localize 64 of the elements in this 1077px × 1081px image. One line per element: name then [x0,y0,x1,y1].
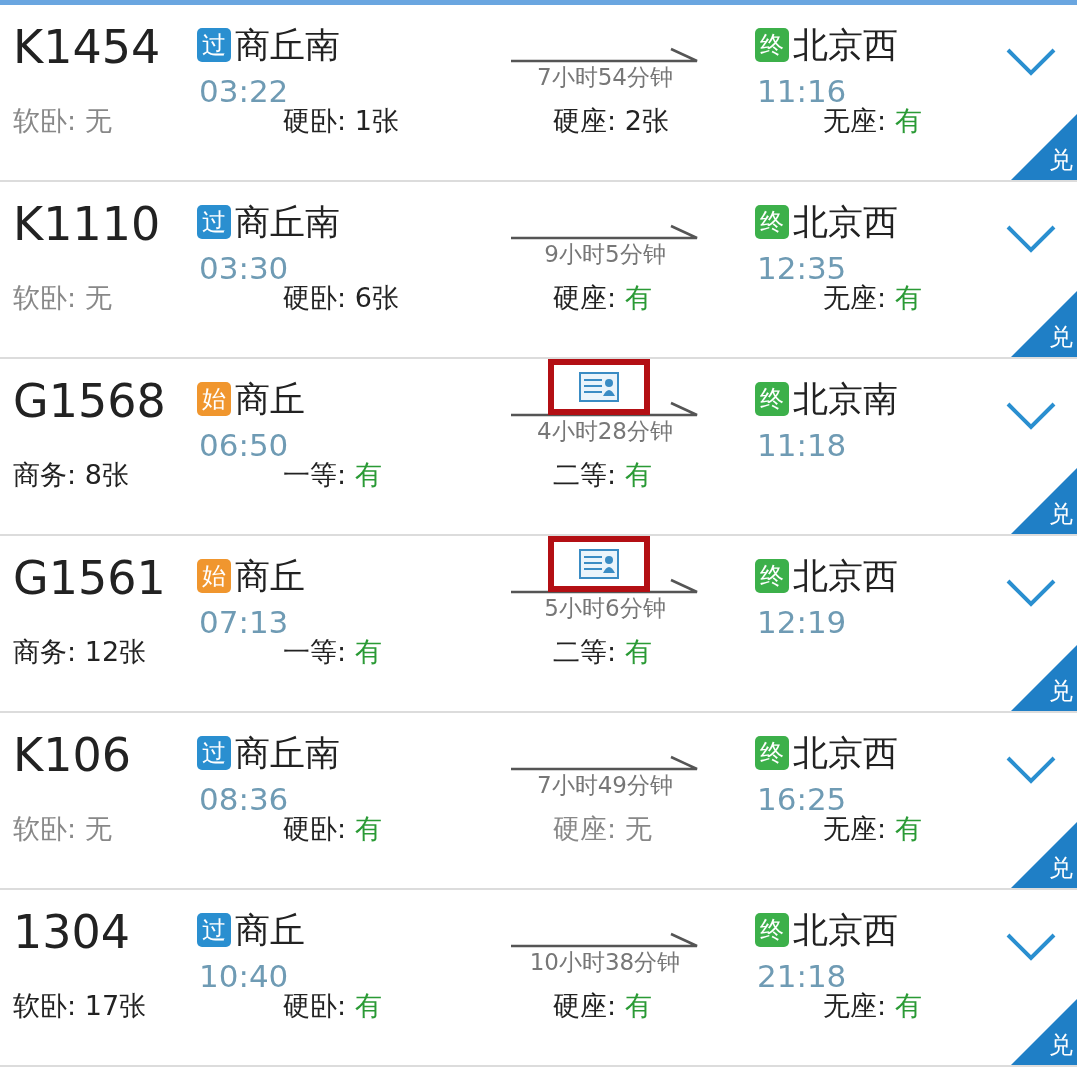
station-badge: 终 [755,28,789,62]
arrival-time: 11:18 [756,426,848,465]
station-badge: 始 [197,382,231,416]
station-badge: 终 [755,736,789,770]
station-badge: 过 [197,913,231,947]
train-number: G1568 [13,373,167,430]
seat-availability: 硬座: 有 [553,989,653,1023]
id-card-icon [579,549,619,579]
station-badge: 过 [197,205,231,239]
arrival-time: 12:19 [756,603,848,642]
train-number: G1561 [13,550,167,607]
seat-availability: 商务: 8张 [13,458,130,492]
duration: 7小时49分钟 [537,771,673,799]
duration: 7小时54分钟 [537,63,673,91]
seat-availability: 软卧: 17张 [13,989,148,1023]
seat-availability: 硬座: 2张 [553,104,670,138]
chevron-down-icon[interactable] [1005,401,1057,431]
station-name: 商丘 [235,554,305,598]
seat-availability: 软卧: 无 [13,104,113,138]
duration: 9小时5分钟 [544,240,666,268]
station-name: 商丘南 [235,200,340,244]
chevron-down-icon[interactable] [1005,932,1057,962]
exchange-corner-badge[interactable]: 兑 [1011,114,1077,180]
train-number: K1110 [13,196,162,253]
station-badge: 终 [755,913,789,947]
seat-availability: 硬座: 无 [553,812,653,846]
exchange-corner-badge[interactable]: 兑 [1011,645,1077,711]
station-badge: 终 [755,559,789,593]
station-badge: 终 [755,205,789,239]
seat-availability: 商务: 12张 [13,635,148,669]
station-badge: 终 [755,382,789,416]
station-name: 北京西 [793,23,898,67]
station-name: 北京西 [793,908,898,952]
station-name: 北京西 [793,554,898,598]
duration: 4小时28分钟 [537,417,673,445]
chevron-down-icon[interactable] [1005,224,1057,254]
duration: 5小时6分钟 [544,594,666,622]
id-card-icon [579,372,619,402]
station-name: 北京西 [793,731,898,775]
exchange-corner-badge[interactable]: 兑 [1011,822,1077,888]
chevron-down-icon[interactable] [1005,755,1057,785]
station-name: 商丘 [235,377,305,421]
duration: 10小时38分钟 [529,948,681,976]
seat-availability: 二等: 有 [553,635,653,669]
station-name: 北京西 [793,200,898,244]
station-badge: 始 [197,559,231,593]
seat-availability: 二等: 有 [553,458,653,492]
seat-availability: 硬座: 有 [553,281,653,315]
exchange-corner-badge[interactable]: 兑 [1011,468,1077,534]
train-number: 1304 [13,904,132,961]
train-number: K106 [13,727,132,784]
station-badge: 过 [197,28,231,62]
train-number: K1454 [13,19,162,76]
station-name: 北京南 [793,377,898,421]
exchange-corner-badge[interactable]: 兑 [1011,999,1077,1065]
seat-availability: 软卧: 无 [13,812,113,846]
chevron-down-icon[interactable] [1005,47,1057,77]
station-name: 商丘南 [235,23,340,67]
exchange-corner-badge[interactable]: 兑 [1011,291,1077,357]
station-badge: 过 [197,736,231,770]
seat-availability: 软卧: 无 [13,281,113,315]
station-name: 商丘 [235,908,305,952]
chevron-down-icon[interactable] [1005,578,1057,608]
station-name: 商丘南 [235,731,340,775]
